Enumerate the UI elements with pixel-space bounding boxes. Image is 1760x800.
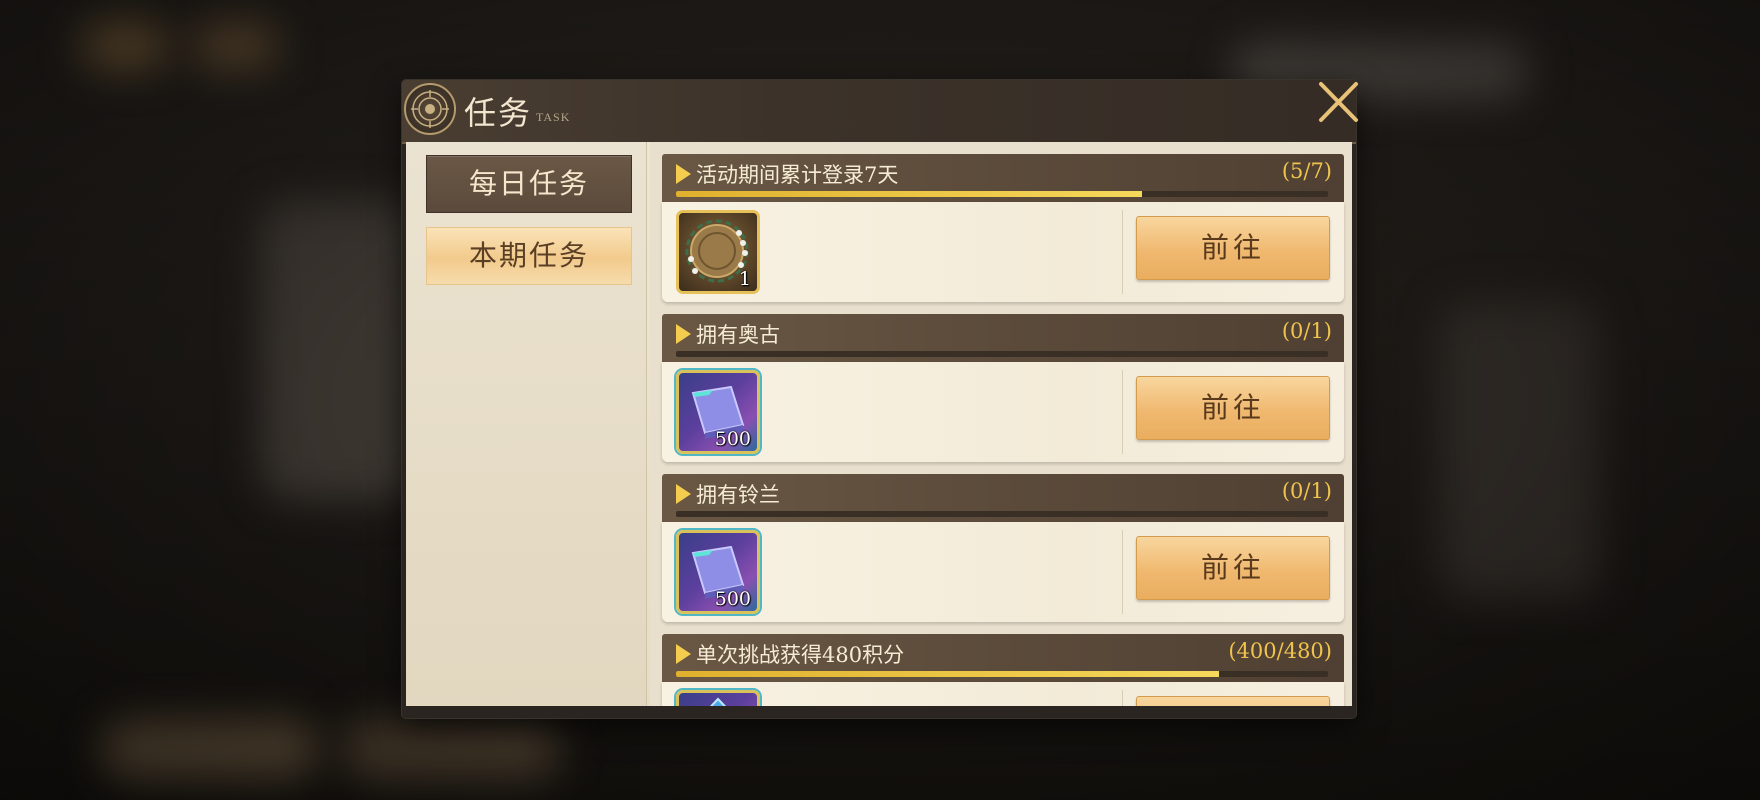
purple-crystal-ingot-icon[interactable]: 500: [676, 370, 760, 454]
task-body: 1 前往: [662, 202, 1344, 302]
task-header: 活动期间累计登录7天 (5/7): [662, 154, 1344, 202]
task-body: 500 前往: [662, 522, 1344, 622]
task-count: (0/1): [1281, 479, 1332, 503]
task-header: 拥有奥古 (0/1): [662, 314, 1344, 362]
task-count: (400/480): [1228, 639, 1332, 663]
tab-period-tasks[interactable]: 本期任务: [426, 227, 632, 285]
reward-quantity: 1: [738, 268, 751, 290]
progress-fill: [676, 191, 1142, 197]
goto-button[interactable]: 前往: [1136, 216, 1330, 280]
task-title: 单次挑战获得480积分: [696, 643, 905, 667]
close-button[interactable]: [1314, 80, 1360, 126]
task-body: 500 前往: [662, 362, 1344, 462]
task-category-sidebar: 每日任务 本期任务: [406, 142, 647, 714]
reward-quantity: 500: [714, 428, 751, 450]
task-item: 拥有铃兰 (0/1) 500 前往: [662, 474, 1344, 622]
goto-button[interactable]: 前往: [1136, 536, 1330, 600]
task-title: 活动期间累计登录7天: [696, 163, 899, 187]
triangle-right-icon: [676, 164, 691, 184]
compass-emblem-icon: [404, 83, 456, 135]
dialog-title-bar: 任务 TASK: [402, 80, 1358, 144]
gold-wreath-medal-icon[interactable]: 1: [676, 210, 760, 294]
triangle-right-icon: [676, 644, 691, 664]
task-count: (0/1): [1281, 319, 1332, 343]
progress-bar: [676, 671, 1328, 677]
progress-bar: [676, 191, 1328, 197]
progress-fill: [676, 671, 1220, 677]
dialog-content: 每日任务 本期任务 活动期间累计登录7天 (5/7) 1 前往 拥有奥古 (0/…: [406, 142, 1352, 714]
task-title: 拥有铃兰: [696, 483, 780, 507]
tab-daily-tasks[interactable]: 每日任务: [426, 155, 632, 213]
task-dialog: 任务 TASK 每日任务 本期任务 活动期间累计登录7天 (5/7) 1 前往 …: [402, 80, 1358, 718]
reward-quantity: 500: [714, 588, 751, 610]
triangle-right-icon: [676, 324, 691, 344]
task-header: 拥有铃兰 (0/1): [662, 474, 1344, 522]
dialog-bottom-edge: [406, 706, 1352, 714]
task-list[interactable]: 活动期间累计登录7天 (5/7) 1 前往 拥有奥古 (0/1) 500 前往 …: [650, 142, 1352, 714]
dialog-title: 任务: [464, 94, 533, 132]
dialog-subtitle: TASK: [536, 110, 571, 124]
task-item: 活动期间累计登录7天 (5/7) 1 前往: [662, 154, 1344, 302]
divider: [1122, 530, 1123, 614]
task-count: (5/7): [1281, 159, 1332, 183]
purple-crystal-ingot-icon[interactable]: 500: [676, 530, 760, 614]
divider: [1122, 210, 1123, 294]
triangle-right-icon: [676, 484, 691, 504]
task-header: 单次挑战获得480积分 (400/480): [662, 634, 1344, 682]
progress-bar: [676, 511, 1328, 517]
task-item: 拥有奥古 (0/1) 500 前往: [662, 314, 1344, 462]
task-title: 拥有奥古: [696, 323, 780, 347]
progress-bar: [676, 351, 1328, 357]
close-icon: [1319, 82, 1358, 122]
task-item: 单次挑战获得480积分 (400/480): [662, 634, 1344, 714]
goto-button[interactable]: 前往: [1136, 376, 1330, 440]
divider: [1122, 370, 1123, 454]
